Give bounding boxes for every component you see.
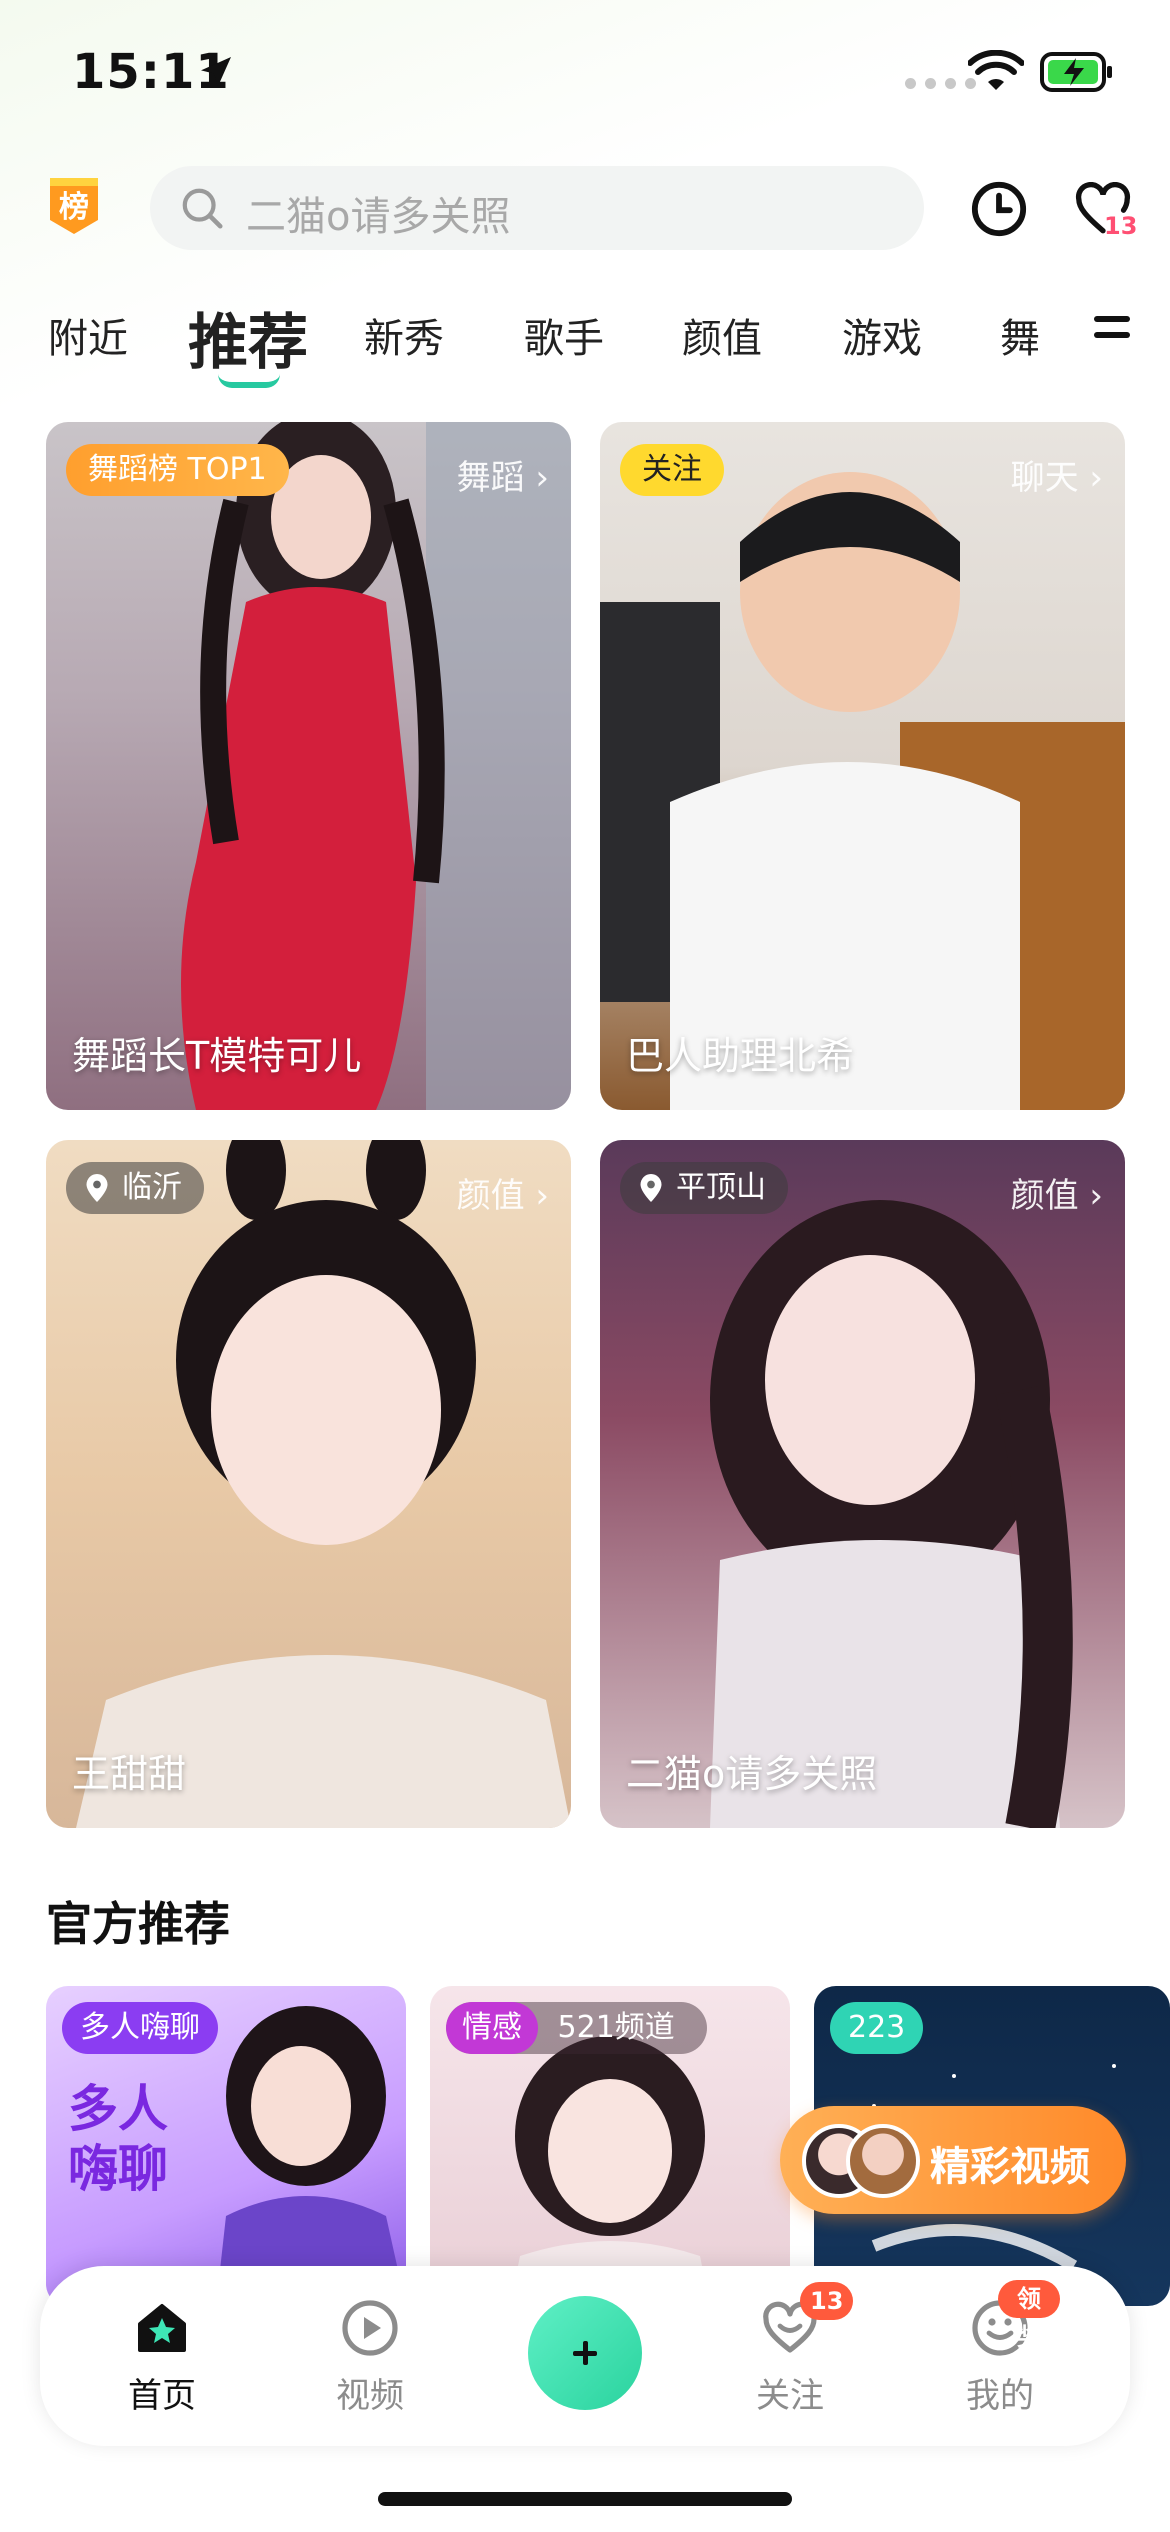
section-title: 官方推荐 [46, 1897, 230, 1951]
emotion-tag: 情感 [446, 2002, 538, 2054]
recommendation-card[interactable]: 多人 嗨聊 多人嗨聊 [46, 1986, 406, 2306]
streamer-photo [600, 472, 1125, 1110]
tabbar-mine-label: 我的 [966, 2376, 1034, 2416]
streamer-photo [710, 1200, 1073, 1828]
streamer-photo [181, 422, 571, 1110]
location-arrow-icon [201, 57, 231, 87]
streamer-name: 王甜甜 [72, 1752, 187, 1796]
active-tab-indicator [218, 374, 280, 388]
cellular-signal-icon [905, 78, 976, 89]
avatar [846, 2124, 920, 2198]
live-card[interactable]: 舞蹈榜 TOP1 舞蹈 › 舞蹈长T模特可儿 [46, 422, 571, 1110]
category-link[interactable]: 颜值 › [457, 1168, 549, 1217]
tab-recommended[interactable]: 推荐 [188, 294, 308, 381]
follow-tag: 关注 [620, 444, 724, 496]
tabbar-video[interactable]: 视频 [310, 2296, 430, 2417]
channel-label: 521频道 [557, 2010, 675, 2045]
reward-badge: 领奖 [998, 2280, 1060, 2351]
video-play-icon [342, 2300, 398, 2356]
recommendation-card[interactable]: 情感 521频道 [430, 1986, 790, 2306]
tabbar-home-label: 首页 [128, 2376, 196, 2416]
battery-charging-icon [1040, 52, 1112, 92]
tab-games[interactable]: 游戏 [842, 306, 922, 364]
live-card[interactable]: 关注 聊天 › 巴人助理北希 [600, 422, 1125, 1110]
svg-text:多人: 多人 [68, 2081, 168, 2137]
live-card[interactable]: 平顶山 颜值 › 二猫o请多关照 [600, 1140, 1125, 1828]
history-clock-icon[interactable] [970, 180, 1028, 238]
streamer-photo [76, 1140, 571, 1828]
recommendation-tag: 223 [830, 2002, 924, 2054]
streamer-name: 舞蹈长T模特可儿 [72, 1034, 362, 1078]
tab-singers[interactable]: 歌手 [524, 306, 604, 364]
location-text: 临沂 [122, 1170, 182, 1205]
svg-text:嗨聊: 嗨聊 [68, 2141, 168, 2197]
featured-videos-button[interactable]: 精彩视频 [780, 2106, 1126, 2214]
tabbar-home[interactable]: 首页 [102, 2296, 222, 2417]
live-card[interactable]: 临沂 颜值 › 王甜甜 [46, 1140, 571, 1828]
ranking-badge-button[interactable]: 榜 [46, 174, 102, 238]
tabbar-video-label: 视频 [336, 2376, 404, 2416]
location-text: 平顶山 [676, 1170, 766, 1205]
rank-tag: 舞蹈榜 TOP1 [66, 444, 289, 496]
tab-dance[interactable]: 舞 [1000, 306, 1040, 364]
recommendation-tag: 情感 521频道 [446, 2002, 707, 2054]
tabbar-follow[interactable]: 关注 13 [730, 2282, 854, 2417]
location-tag: 临沂 [66, 1162, 204, 1214]
home-icon [138, 2304, 186, 2352]
search-icon [182, 188, 223, 229]
recommendation-tag: 多人嗨聊 [62, 2002, 218, 2054]
tab-looks[interactable]: 颜值 [682, 306, 762, 364]
location-tag: 平顶山 [620, 1162, 788, 1214]
favorites-count: 13 [1104, 212, 1138, 240]
location-pin-icon [640, 1174, 662, 1202]
ranking-badge-label: 榜 [59, 190, 89, 225]
search-bar[interactable]: 二猫o请多关照 [150, 166, 924, 250]
category-link[interactable]: 舞蹈 › [457, 450, 549, 499]
search-placeholder: 二猫o请多关照 [246, 194, 511, 240]
category-link[interactable]: 颜值 › [1011, 1168, 1103, 1217]
streamer-name: 二猫o请多关照 [626, 1752, 878, 1796]
tabbar-mine[interactable]: 我的 领奖 [940, 2280, 1060, 2417]
create-live-button[interactable] [528, 2296, 642, 2410]
bottom-tab-bar: 首页 视频 关注 13 我的 领奖 [40, 2266, 1130, 2446]
tabbar-follow-label: 关注 [756, 2376, 824, 2416]
tab-nearby[interactable]: 附近 [48, 306, 128, 364]
follow-count-badge: 13 [800, 2282, 854, 2320]
featured-videos-label: 精彩视频 [930, 2144, 1090, 2190]
home-indicator [378, 2492, 792, 2506]
streamer-name: 巴人助理北希 [626, 1034, 855, 1078]
wifi-icon [968, 50, 1024, 90]
category-link[interactable]: 聊天 › [1011, 450, 1103, 499]
location-pin-icon [86, 1174, 108, 1202]
tab-newcomers[interactable]: 新秀 [364, 306, 444, 364]
tab-menu-icon[interactable] [1094, 316, 1130, 346]
